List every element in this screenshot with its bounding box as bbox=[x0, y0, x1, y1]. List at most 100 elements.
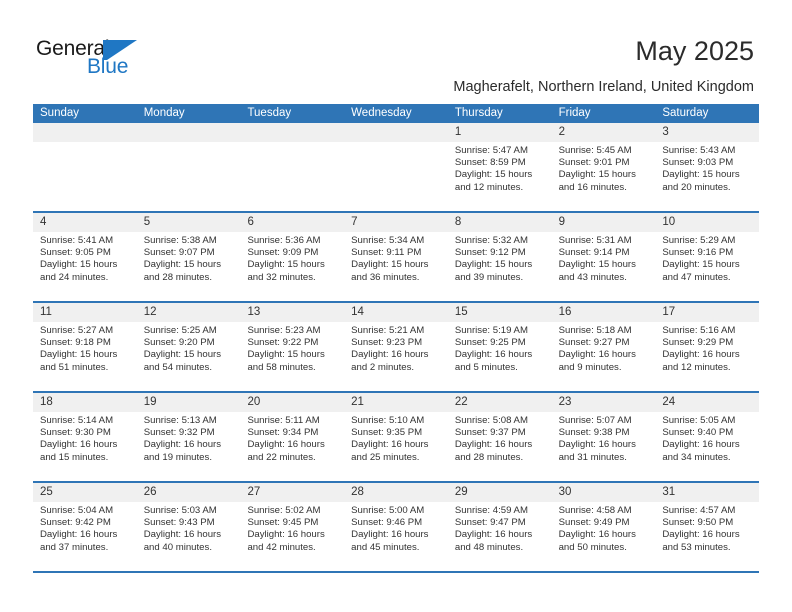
calendar-day-cell[interactable]: 24 Sunrise: 5:05 AM Sunset: 9:40 PM Dayligh… bbox=[655, 393, 759, 481]
daylight-text-line2: and 28 minutes. bbox=[454, 451, 524, 463]
sunset-text: Sunset: 9:16 PM bbox=[662, 247, 734, 259]
calendar-day-cell[interactable]: 16 Sunrise: 5:18 AM Sunset: 9:27 PM Dayligh… bbox=[552, 303, 656, 391]
day-sun-info: Sunrise: 5:32 AM Sunset: 9:12 PM Daylight:… bbox=[455, 235, 546, 284]
calendar-day-cell[interactable]: 30 Sunrise: 4:58 AM Sunset: 9:49 PM Dayligh… bbox=[552, 483, 656, 571]
sunset-text: Sunset: 9:40 PM bbox=[662, 427, 734, 439]
day-number: 20 bbox=[247, 396, 261, 408]
daylight-text-line1: Daylight: 16 hours bbox=[143, 439, 222, 451]
sunrise-text: Sunrise: 5:36 AM bbox=[247, 235, 321, 246]
sunrise-text: Sunrise: 5:38 AM bbox=[143, 235, 217, 246]
daylight-text-line2: and 42 minutes. bbox=[247, 541, 316, 553]
day-sun-info: Sunrise: 5:18 AM Sunset: 9:27 PM Daylight:… bbox=[559, 325, 650, 374]
day-sun-info: Sunrise: 5:45 AM Sunset: 9:01 PM Daylight:… bbox=[559, 145, 650, 194]
day-number bbox=[351, 123, 442, 142]
day-sun-info: Sunrise: 5:10 AM Sunset: 9:35 PM Daylight:… bbox=[351, 415, 442, 464]
day-sun-info: Sunrise: 4:59 AM Sunset: 9:47 PM Daylight:… bbox=[455, 505, 546, 554]
day-number: 2 bbox=[558, 126, 565, 138]
day-sun-info: Sunrise: 5:05 AM Sunset: 9:40 PM Daylight:… bbox=[662, 415, 753, 464]
daylight-text-line2: and 47 minutes. bbox=[662, 271, 731, 283]
sunset-text: Sunset: 9:07 PM bbox=[143, 247, 215, 259]
daylight-text-line2: and 58 minutes. bbox=[247, 361, 316, 373]
calendar-day-cell[interactable]: 1 Sunrise: 5:47 AM Sunset: 8:59 PM Daylight… bbox=[448, 123, 552, 211]
daylight-text-line2: and 51 minutes. bbox=[40, 361, 109, 373]
day-sun-info: Sunrise: 4:58 AM Sunset: 9:49 PM Daylight:… bbox=[559, 505, 650, 554]
calendar-day-cell[interactable]: 21 Sunrise: 5:10 AM Sunset: 9:35 PM Dayligh… bbox=[344, 393, 448, 481]
day-number: 14 bbox=[351, 306, 364, 318]
day-number: 4 bbox=[40, 216, 47, 228]
calendar-day-cell[interactable]: 13 Sunrise: 5:23 AM Sunset: 9:22 PM Dayligh… bbox=[240, 303, 344, 391]
daylight-text-line1: Daylight: 16 hours bbox=[454, 529, 533, 541]
calendar-day-cell[interactable]: 12 Sunrise: 5:25 AM Sunset: 9:20 PM Dayligh… bbox=[137, 303, 241, 391]
calendar-day-cell[interactable]: 23 Sunrise: 5:07 AM Sunset: 9:38 PM Dayligh… bbox=[552, 393, 656, 481]
sunset-text: Sunset: 9:50 PM bbox=[662, 517, 734, 529]
calendar-day-cell[interactable]: 2 Sunrise: 5:45 AM Sunset: 9:01 PM Daylight… bbox=[552, 123, 656, 211]
calendar-day-cell[interactable]: 3 Sunrise: 5:43 AM Sunset: 9:03 PM Daylight… bbox=[655, 123, 759, 211]
calendar-day-cell[interactable]: 17 Sunrise: 5:16 AM Sunset: 9:29 PM Dayligh… bbox=[655, 303, 759, 391]
calendar-day-cell[interactable]: 28 Sunrise: 5:00 AM Sunset: 9:46 PM Dayligh… bbox=[344, 483, 448, 571]
daylight-text-line1: Daylight: 16 hours bbox=[247, 529, 325, 541]
calendar-day-cell[interactable]: 25 Sunrise: 5:04 AM Sunset: 9:42 PM Dayligh… bbox=[33, 483, 137, 571]
daylight-text-line2: and 25 minutes. bbox=[351, 451, 420, 463]
sunset-text: Sunset: 9:18 PM bbox=[40, 337, 111, 349]
daylight-text-line2: and 16 minutes. bbox=[558, 181, 627, 193]
daylight-text-line1: Daylight: 15 hours bbox=[40, 259, 118, 271]
daylight-text-line1: Daylight: 15 hours bbox=[558, 259, 636, 271]
sunrise-text: Sunrise: 5:29 AM bbox=[662, 235, 736, 246]
day-sun-info: Sunrise: 5:43 AM Sunset: 9:03 PM Daylight:… bbox=[662, 145, 753, 194]
calendar-day-cell[interactable]: 7 Sunrise: 5:34 AM Sunset: 9:11 PM Daylight… bbox=[344, 213, 448, 301]
sunset-text: Sunset: 9:46 PM bbox=[351, 517, 423, 529]
calendar-day-cell[interactable]: 14 Sunrise: 5:21 AM Sunset: 9:23 PM Dayligh… bbox=[344, 303, 448, 391]
calendar-day-cell[interactable]: 27 Sunrise: 5:02 AM Sunset: 9:45 PM Dayligh… bbox=[240, 483, 344, 571]
sunset-text: Sunset: 9:25 PM bbox=[454, 337, 526, 349]
daylight-text-line1: Daylight: 16 hours bbox=[558, 439, 636, 451]
day-sun-info: Sunrise: 5:47 AM Sunset: 8:59 PM Daylight:… bbox=[455, 145, 546, 194]
day-sun-info: Sunrise: 5:38 AM Sunset: 9:07 PM Daylight:… bbox=[144, 235, 235, 284]
calendar-day-cell[interactable]: 5 Sunrise: 5:38 AM Sunset: 9:07 PM Daylight… bbox=[137, 213, 241, 301]
sunrise-text: Sunrise: 5:43 AM bbox=[662, 145, 736, 156]
calendar-day-cell[interactable]: 22 Sunrise: 5:08 AM Sunset: 9:37 PM Dayligh… bbox=[448, 393, 552, 481]
calendar-day-cell[interactable]: 6 Sunrise: 5:36 AM Sunset: 9:09 PM Daylight… bbox=[240, 213, 344, 301]
daylight-text-line1: Daylight: 15 hours bbox=[40, 349, 118, 361]
sunrise-text: Sunrise: 5:41 AM bbox=[40, 235, 114, 246]
calendar-day-cell[interactable]: 9 Sunrise: 5:31 AM Sunset: 9:14 PM Daylight… bbox=[552, 213, 656, 301]
brand-logo[interactable]: General Blue bbox=[36, 38, 216, 88]
calendar-day-cell[interactable]: 11 Sunrise: 5:27 AM Sunset: 9:18 PM Dayligh… bbox=[33, 303, 137, 391]
daylight-text-line1: Daylight: 15 hours bbox=[454, 169, 533, 181]
calendar-day-cell[interactable]: 26 Sunrise: 5:03 AM Sunset: 9:43 PM Dayligh… bbox=[137, 483, 241, 571]
sunset-text: Sunset: 9:03 PM bbox=[662, 157, 734, 169]
calendar-day-cell[interactable]: 31 Sunrise: 4:57 AM Sunset: 9:50 PM Dayligh… bbox=[655, 483, 759, 571]
calendar-day-cell[interactable]: 29 Sunrise: 4:59 AM Sunset: 9:47 PM Dayligh… bbox=[448, 483, 552, 571]
sunset-text: Sunset: 9:23 PM bbox=[351, 337, 423, 349]
sunrise-text: Sunrise: 5:16 AM bbox=[662, 325, 736, 336]
daylight-text-line2: and 53 minutes. bbox=[662, 541, 731, 553]
calendar-day-cell[interactable]: 18 Sunrise: 5:14 AM Sunset: 9:30 PM Dayligh… bbox=[33, 393, 137, 481]
day-number: 21 bbox=[351, 396, 364, 408]
sunrise-text: Sunrise: 5:02 AM bbox=[247, 505, 321, 516]
day-sun-info: Sunrise: 5:27 AM Sunset: 9:18 PM Daylight:… bbox=[40, 325, 131, 374]
daylight-text-line1: Daylight: 16 hours bbox=[558, 349, 636, 361]
calendar-day-cell[interactable]: 19 Sunrise: 5:13 AM Sunset: 9:32 PM Dayligh… bbox=[137, 393, 241, 481]
calendar-day-cell[interactable]: 15 Sunrise: 5:19 AM Sunset: 9:25 PM Dayligh… bbox=[448, 303, 552, 391]
day-sun-info: Sunrise: 5:25 AM Sunset: 9:20 PM Daylight:… bbox=[144, 325, 235, 374]
day-number: 25 bbox=[40, 486, 53, 498]
sunset-text: Sunset: 9:01 PM bbox=[558, 157, 630, 169]
calendar-day-cell[interactable]: 10 Sunrise: 5:29 AM Sunset: 9:16 PM Dayligh… bbox=[655, 213, 759, 301]
weekday-header-sunday: Sunday bbox=[40, 107, 80, 119]
weekday-header-friday: Friday bbox=[558, 107, 591, 119]
sunrise-text: Sunrise: 5:31 AM bbox=[558, 235, 632, 246]
page-subtitle: Magherafelt, Northern Ireland, United Ki… bbox=[453, 79, 754, 95]
calendar-day-cell[interactable]: 8 Sunrise: 5:32 AM Sunset: 9:12 PM Daylight… bbox=[448, 213, 552, 301]
daylight-text-line1: Daylight: 16 hours bbox=[454, 439, 533, 451]
daylight-text-line1: Daylight: 16 hours bbox=[351, 529, 429, 541]
sunset-text: Sunset: 9:22 PM bbox=[247, 337, 319, 349]
day-number: 5 bbox=[143, 216, 151, 228]
daylight-text-line2: and 32 minutes. bbox=[247, 271, 316, 283]
calendar-day-cell[interactable]: 20 Sunrise: 5:11 AM Sunset: 9:34 PM Dayligh… bbox=[240, 393, 344, 481]
sunrise-text: Sunrise: 5:05 AM bbox=[662, 415, 736, 426]
day-number: 22 bbox=[454, 396, 468, 408]
daylight-text-line1: Daylight: 16 hours bbox=[662, 349, 740, 361]
daylight-text-line2: and 31 minutes. bbox=[558, 451, 627, 463]
day-sun-info: Sunrise: 5:19 AM Sunset: 9:25 PM Daylight:… bbox=[455, 325, 546, 374]
day-sun-info: Sunrise: 5:29 AM Sunset: 9:16 PM Daylight:… bbox=[662, 235, 753, 284]
calendar-day-cell[interactable]: 4 Sunrise: 5:41 AM Sunset: 9:05 PM Daylight… bbox=[33, 213, 137, 301]
